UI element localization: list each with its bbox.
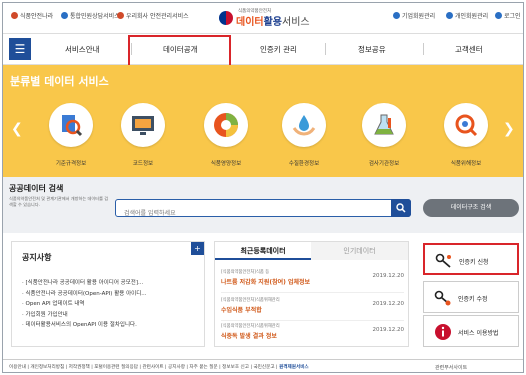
key-edit-icon — [434, 290, 451, 306]
notice-item[interactable]: · 가입회원 가입안내 — [22, 310, 147, 321]
search-button[interactable] — [391, 199, 411, 217]
logo-part: 서비스 — [282, 17, 310, 28]
button-label: 인증키 신청 — [459, 259, 489, 266]
lock-icon — [495, 12, 502, 19]
list-item[interactable]: [식품의약품안전처]식품 등 나트륨 저감화 지원(참여) 업체정보 2019.… — [221, 269, 404, 286]
search-box — [115, 199, 411, 221]
link-icon — [61, 12, 68, 19]
government-emblem-icon — [219, 10, 233, 25]
divider — [221, 320, 404, 321]
nav-item-key-management[interactable]: 인증키 관리 — [260, 44, 297, 55]
related-sites-select[interactable]: 관련부서사이트 — [435, 364, 467, 371]
service-caption: 식품영양정보 — [210, 161, 242, 167]
service-caption: 기준규격정보 — [55, 161, 87, 167]
search-title: 공공데이터 검색 — [9, 184, 64, 193]
related-sites-label: 관련부서사이트 — [435, 365, 468, 371]
service-nutrition[interactable]: 식품영양정보 — [195, 103, 257, 167]
util-link-safety-service[interactable]: 우리회사 안전관리서비스 — [117, 11, 189, 20]
banner-title: 분류별 데이터 서비스 — [10, 75, 109, 88]
logo-part: 활용 — [263, 17, 283, 28]
category-service-banner: 분류별 데이터 서비스 ❮ ❯ 기준규격정보 코드정보 식품영양정보 수질환경정 — [3, 65, 523, 177]
notice-list: · [식품안전나라 공공데이터 활용 아이디어 공모전]... · 식품안전나라… — [22, 278, 147, 331]
water-drop-hands-icon — [282, 103, 326, 147]
logo-subtitle: 식품의약품안전처 — [238, 9, 272, 14]
nav-item-service-info[interactable]: 서비스안내 — [65, 44, 100, 55]
magnifier-document-icon — [49, 103, 93, 147]
info-icon — [435, 324, 451, 340]
notice-item[interactable]: · [식품안전나라 공공데이터 활용 아이디어 공모전]... — [22, 278, 147, 289]
logo-part: 데이터 — [236, 17, 264, 28]
list-item[interactable]: [식품의약품안전처]식품위해관리 식중독 발생 결과 정보 2019.12.20 — [221, 323, 404, 340]
service-caption: 수질환경정보 — [288, 161, 320, 167]
recent-tabs: 최근등록데이터 인기데이터 — [215, 242, 408, 260]
link-icon — [117, 12, 124, 19]
tab-recent-data[interactable]: 최근등록데이터 — [215, 242, 311, 260]
main-nav: ☰ 서비스안내 데이터공개 인증키 관리 정보공유 고객센터 — [3, 33, 523, 68]
api-key-request-button[interactable]: 인증키 신청 — [423, 243, 519, 275]
site-logo[interactable]: 식품의약품안전처 데이터활용서비스 — [219, 7, 310, 28]
footer-links[interactable]: 이용안내 | 개인정보처리방침 | 저작권정책 | 포털이용관련 질의응답 | … — [9, 364, 309, 370]
more-plus-icon[interactable]: + — [191, 242, 204, 255]
service-code[interactable]: 코드정보 — [112, 103, 174, 167]
api-key-modify-button[interactable]: 인증키 수정 — [423, 281, 519, 313]
service-caption: 식품위해정보 — [450, 161, 482, 167]
nav-divider — [325, 43, 326, 55]
service-lab[interactable]: 검사기관정보 — [353, 103, 415, 167]
highlight-box-data-open — [128, 35, 231, 68]
key-icon — [435, 253, 451, 268]
nav-divider — [423, 43, 424, 55]
search-icon — [396, 203, 406, 213]
service-caption: 코드정보 — [132, 161, 154, 167]
button-label: 인증키 수정 — [458, 296, 488, 303]
item-date: 2019.12.20 — [372, 273, 405, 279]
service-water-quality[interactable]: 수질환경정보 — [273, 103, 335, 167]
search-input[interactable] — [124, 206, 394, 221]
divider — [221, 292, 404, 293]
notice-title: 공지사항 — [22, 253, 52, 262]
service-caption: 검사기관정보 — [368, 161, 400, 167]
notice-item[interactable]: · Open API 업데이트 내역 — [22, 299, 147, 310]
notice-item[interactable]: · 식품안전나라 공공데이터(Open-API) 활용 아이디... — [22, 289, 147, 300]
tab-popular-data[interactable]: 인기데이터 — [311, 242, 408, 260]
util-link-company-member[interactable]: 기업회원관리 — [393, 11, 435, 20]
util-link-minwon[interactable]: 통합민원상담서비스 — [61, 11, 120, 20]
footer-link-list: 이용안내 | 개인정보처리방침 | 저작권정책 | 포털이용관련 질의응답 | … — [9, 365, 280, 370]
util-link-login[interactable]: 로그인 — [495, 11, 521, 20]
hamburger-menu-icon[interactable]: ☰ — [9, 38, 31, 60]
button-label: 서비스 이용방법 — [458, 330, 499, 337]
monitor-icon — [121, 103, 165, 147]
list-item[interactable]: [식품의약품안전처]식품위해관리 수입식품 부적합 2019.12.20 — [221, 297, 404, 314]
pie-chart-icon — [204, 103, 248, 147]
footer-bar: 이용안내 | 개인정보처리방침 | 저작권정책 | 포털이용관련 질의응답 | … — [3, 359, 523, 372]
chevron-left-icon[interactable]: ❮ — [11, 121, 23, 137]
page-frame: 식품안전나라 통합민원상담서비스 우리회사 안전관리서비스 식품의약품안전처 데… — [2, 2, 524, 373]
notice-panel: 공지사항 + · [식품안전나라 공공데이터 활용 아이디어 공모전]... ·… — [11, 241, 205, 347]
item-date: 2019.12.20 — [372, 327, 405, 333]
search-alert-icon — [444, 103, 488, 147]
util-link-personal-member[interactable]: 개인회원관리 — [446, 11, 488, 20]
notice-item[interactable]: · 데이터활용서비스의 OpenAPI 이용 절차입니다. — [22, 320, 147, 331]
service-hazard[interactable]: 식품위해정보 — [435, 103, 497, 167]
chevron-right-icon[interactable]: ❯ — [503, 121, 515, 137]
search-description: 식품의약품안전처 및 관계기관에서 개방하는 데이터를 검색할 수 있습니다. — [9, 196, 109, 207]
flask-icon — [362, 103, 406, 147]
service-usage-button[interactable]: 서비스 이용방법 — [423, 315, 519, 347]
utility-bar: 식품안전나라 통합민원상담서비스 우리회사 안전관리서비스 식품의약품안전처 데… — [3, 3, 523, 33]
user-icon — [446, 12, 453, 19]
service-standards[interactable]: 기준규격정보 — [40, 103, 102, 167]
logo-title: 데이터활용서비스 — [236, 13, 310, 28]
public-data-search-section: 공공데이터 검색 식품의약품안전처 및 관계기관에서 개방하는 데이터를 검색할… — [3, 177, 523, 233]
link-icon — [11, 12, 18, 19]
util-link-foodsafety[interactable]: 식품안전나라 — [11, 11, 53, 20]
footer-link-highlight: 원격제원서비스 — [279, 365, 309, 370]
nav-item-customer-center[interactable]: 고객센터 — [455, 44, 483, 55]
nav-item-info-share[interactable]: 정보공유 — [358, 44, 386, 55]
recent-data-panel: 최근등록데이터 인기데이터 [식품의약품안전처]식품 등 나트륨 저감화 지원(… — [214, 241, 409, 347]
user-icon — [393, 12, 400, 19]
data-structure-search-button[interactable]: 데이터구조 검색 — [423, 199, 519, 217]
item-date: 2019.12.20 — [372, 301, 405, 307]
